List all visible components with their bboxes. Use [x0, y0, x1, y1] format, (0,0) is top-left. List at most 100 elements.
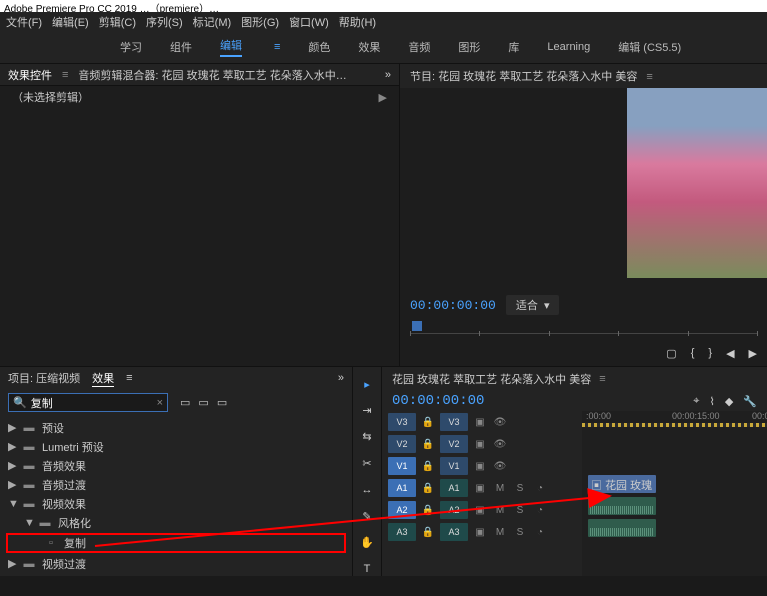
- track-header-a2[interactable]: A2 🔒 A2 ▣ MS◔: [382, 499, 582, 521]
- step-back-icon[interactable]: ◀: [726, 347, 734, 360]
- ws-edit[interactable]: 编辑: [220, 37, 242, 57]
- track-source[interactable]: A1: [440, 479, 468, 497]
- timeline-ruler[interactable]: :00:00 00:00:15:00 00:00:30:00: [582, 411, 767, 429]
- solo-icon[interactable]: S: [512, 505, 528, 516]
- menu-help[interactable]: 帮助(H): [339, 14, 376, 28]
- track-tag[interactable]: A1: [388, 479, 416, 497]
- menu-graphics[interactable]: 图形(G): [241, 14, 279, 28]
- lock-icon[interactable]: 🔒: [420, 527, 436, 538]
- export-frame-icon[interactable]: ▢: [666, 347, 676, 360]
- track-tag[interactable]: A3: [388, 523, 416, 541]
- panel-menu-icon[interactable]: ≡: [126, 372, 132, 384]
- overflow-icon[interactable]: »: [338, 372, 344, 384]
- program-timecode[interactable]: 00:00:00:00: [410, 298, 496, 313]
- eye-icon[interactable]: 👁: [492, 461, 508, 472]
- panel-menu-icon[interactable]: ≡: [599, 373, 605, 385]
- ws-learn[interactable]: 学习: [120, 39, 142, 55]
- track-header-v3[interactable]: V3 🔒 V3 ▣ 👁: [382, 411, 582, 433]
- hand-tool-icon[interactable]: ✋: [358, 535, 376, 549]
- toggle-output-icon[interactable]: ▣: [472, 505, 488, 516]
- menu-marker[interactable]: 标记(M): [193, 14, 232, 28]
- track-header-v1[interactable]: V1 🔒 V1 ▣ 👁: [382, 455, 582, 477]
- track-header-a3[interactable]: A3 🔒 A3 ▣ MS◔: [382, 521, 582, 543]
- video-clip[interactable]: ▣ 花园 玫瑰: [588, 475, 656, 493]
- voice-icon[interactable]: ◔: [532, 505, 548, 516]
- tree-item-音频过渡[interactable]: ▶ ▬ 音频过渡: [0, 475, 352, 494]
- audio-clip-1[interactable]: [588, 497, 656, 515]
- track-area[interactable]: :00:00 00:00:15:00 00:00:30:00 ▣ 花园 玫瑰: [582, 411, 767, 576]
- accel-badge-icon[interactable]: ▭: [180, 396, 190, 409]
- menu-window[interactable]: 窗口(W): [289, 14, 329, 28]
- tree-item-视频效果[interactable]: ▼ ▬ 视频效果: [0, 494, 352, 513]
- ws-audio[interactable]: 音频: [408, 39, 430, 55]
- ws-libraries[interactable]: 库: [508, 39, 519, 55]
- toggle-output-icon[interactable]: ▣: [472, 483, 488, 494]
- ws-effects[interactable]: 效果: [358, 39, 380, 55]
- pen-tool-icon[interactable]: ✎: [358, 509, 376, 523]
- marker-icon[interactable]: ◆: [725, 395, 733, 408]
- 32bit-badge-icon[interactable]: ▭: [198, 396, 208, 409]
- program-ruler[interactable]: [410, 321, 757, 341]
- lock-icon[interactable]: 🔒: [420, 417, 436, 428]
- playhead-icon[interactable]: [412, 321, 422, 331]
- menu-sequence[interactable]: 序列(S): [146, 14, 183, 28]
- track-source[interactable]: V1: [440, 457, 468, 475]
- tree-item-风格化[interactable]: ▼ ▬ 风格化: [0, 513, 352, 532]
- tree-item-音频效果[interactable]: ▶ ▬ 音频效果: [0, 456, 352, 475]
- timeline-timecode[interactable]: 00:00:00:00: [392, 393, 484, 409]
- tree-item-预设[interactable]: ▶ ▬ 预设: [0, 418, 352, 437]
- ws-assembly[interactable]: 组件: [170, 39, 192, 55]
- lock-icon[interactable]: 🔒: [420, 461, 436, 472]
- voice-icon[interactable]: ◔: [532, 527, 548, 538]
- track-tag[interactable]: V3: [388, 413, 416, 431]
- mark-in-icon[interactable]: {: [691, 347, 695, 360]
- toggle-output-icon[interactable]: ▣: [472, 439, 488, 450]
- eye-icon[interactable]: 👁: [492, 417, 508, 428]
- mute-icon[interactable]: M: [492, 505, 508, 516]
- caret-icon[interactable]: ▶: [379, 91, 387, 104]
- effects-search-input[interactable]: [31, 397, 153, 409]
- tree-item-视频过渡[interactable]: ▶ ▬ 视频过渡: [0, 554, 352, 573]
- settings-icon[interactable]: 🔧: [743, 395, 757, 408]
- toggle-output-icon[interactable]: ▣: [472, 417, 488, 428]
- lock-icon[interactable]: 🔒: [420, 439, 436, 450]
- program-monitor[interactable]: [627, 88, 767, 278]
- menu-clip[interactable]: 剪辑(C): [99, 14, 136, 28]
- track-header-a1[interactable]: A1 🔒 A1 ▣ MS◔: [382, 477, 582, 499]
- ws-graphics[interactable]: 图形: [458, 39, 480, 55]
- menu-edit[interactable]: 编辑(E): [52, 14, 89, 28]
- mute-icon[interactable]: M: [492, 483, 508, 494]
- tab-effect-controls[interactable]: 效果控件: [8, 67, 52, 83]
- overflow-icon[interactable]: »: [385, 69, 391, 81]
- tab-project[interactable]: 项目: 压缩视频: [8, 370, 80, 386]
- track-source[interactable]: V3: [440, 413, 468, 431]
- snap-icon[interactable]: ⌖: [693, 395, 699, 408]
- solo-icon[interactable]: S: [512, 527, 528, 538]
- sequence-name[interactable]: 花园 玫瑰花 萃取工艺 花朵落入水中 美容: [392, 371, 591, 387]
- track-tag[interactable]: V2: [388, 435, 416, 453]
- voice-icon[interactable]: ◔: [532, 483, 548, 494]
- type-tool-icon[interactable]: T: [358, 562, 376, 576]
- track-select-tool-icon[interactable]: ⇥: [358, 403, 376, 417]
- selection-tool-icon[interactable]: ▸: [358, 377, 376, 391]
- panel-menu-icon[interactable]: ≡: [646, 71, 652, 83]
- ws-edit-cs55[interactable]: 编辑 (CS5.5): [618, 39, 681, 55]
- eye-icon[interactable]: 👁: [492, 439, 508, 450]
- ws-learning[interactable]: Learning: [547, 41, 590, 53]
- tab-effects[interactable]: 效果: [92, 370, 114, 387]
- linked-selection-icon[interactable]: ⌇: [709, 395, 714, 408]
- ripple-tool-icon[interactable]: ⇆: [358, 430, 376, 444]
- menu-file[interactable]: 文件(F): [6, 14, 42, 28]
- track-source[interactable]: A2: [440, 501, 468, 519]
- track-tag[interactable]: V1: [388, 457, 416, 475]
- slip-tool-icon[interactable]: ↔: [358, 483, 376, 497]
- panel-menu-icon[interactable]: ≡: [62, 69, 68, 81]
- track-header-v2[interactable]: V2 🔒 V2 ▣ 👁: [382, 433, 582, 455]
- track-source[interactable]: V2: [440, 435, 468, 453]
- razor-tool-icon[interactable]: ✂: [358, 456, 376, 470]
- tree-item-Lumetri 预设[interactable]: ▶ ▬ Lumetri 预设: [0, 437, 352, 456]
- lock-icon[interactable]: 🔒: [420, 483, 436, 494]
- zoom-fit-select[interactable]: 适合 ▾: [506, 295, 560, 315]
- toggle-output-icon[interactable]: ▣: [472, 527, 488, 538]
- ws-color[interactable]: 颜色: [308, 39, 330, 55]
